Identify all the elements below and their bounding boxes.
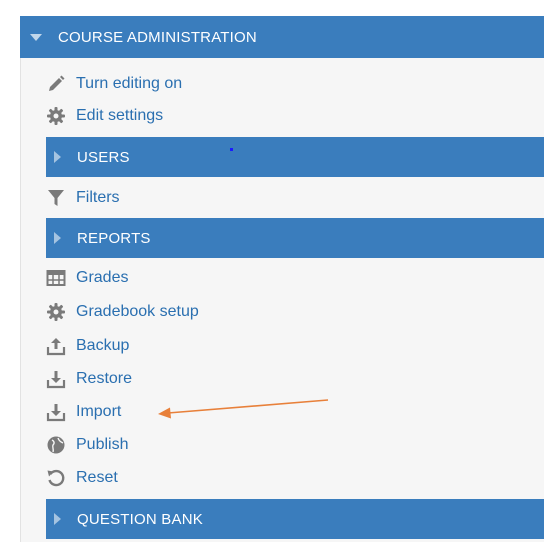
reports-header[interactable]: REPORTS [46,218,544,258]
question-bank-title: QUESTION BANK [77,510,203,528]
caret-right-icon [54,151,61,163]
gradebook-setup-label: Gradebook setup [76,303,199,320]
gear-icon [46,106,66,126]
grades-label: Grades [76,269,129,286]
upload-icon [46,336,66,356]
reports-title: REPORTS [77,229,151,247]
download-icon [46,402,66,422]
caret-right-icon [54,232,61,244]
annotation-arrow-icon [158,399,329,419]
gradebook-setup-link[interactable]: Gradebook setup [46,300,199,324]
users-title: USERS [77,148,130,166]
backup-label: Backup [76,337,130,354]
restore-label: Restore [76,370,133,387]
import-link[interactable]: Import [46,400,121,424]
question-bank-header[interactable]: QUESTION BANK [46,499,544,539]
reset-label: Reset [76,469,118,486]
restore-link[interactable]: Restore [46,367,132,391]
download-icon [46,369,66,389]
import-label: Import [76,403,122,420]
grades-link[interactable]: Grades [46,266,128,290]
course-administration-header[interactable]: COURSE ADMINISTRATION [20,16,544,58]
edit-settings-link[interactable]: Edit settings [46,104,163,128]
table-icon [46,268,66,288]
edit-settings-label: Edit settings [76,107,164,124]
users-header[interactable]: USERS [46,137,544,177]
caret-down-icon [30,33,42,41]
publish-label: Publish [76,436,129,453]
reset-link[interactable]: Reset [46,466,118,490]
stray-dot [230,148,233,151]
backup-link[interactable]: Backup [46,334,129,358]
turn-editing-on-link[interactable]: Turn editing on [46,72,182,96]
filters-label: Filters [76,189,120,206]
publish-link[interactable]: Publish [46,433,128,457]
gear-icon [46,302,66,322]
turn-editing-on-label: Turn editing on [76,75,183,92]
filters-link[interactable]: Filters [46,186,120,210]
course-administration-title: COURSE ADMINISTRATION [58,28,257,46]
filter-icon [46,188,66,208]
reset-icon [46,468,66,488]
pencil-icon [46,74,66,94]
caret-right-icon [54,513,61,525]
globe-icon [46,435,66,455]
